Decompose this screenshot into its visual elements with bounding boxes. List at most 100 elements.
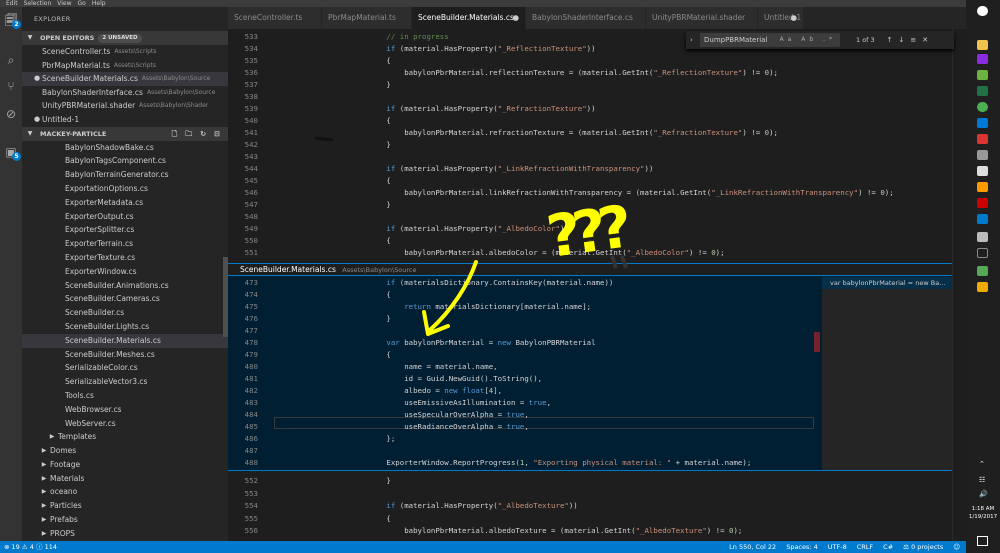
- reference-item[interactable]: var babylonPbrMaterial = new Ba...: [822, 277, 966, 289]
- projects-indicator[interactable]: ⚖ 0 projects: [903, 541, 943, 553]
- editor-tab[interactable]: PbrMapMaterial.ts: [322, 7, 412, 29]
- menu-item[interactable]: Go: [78, 0, 86, 7]
- file-tree-item[interactable]: SerializableVector3.cs: [22, 375, 228, 389]
- indentation[interactable]: Spaces: 4: [786, 541, 818, 553]
- new-file-icon[interactable]: 🗋: [172, 127, 178, 141]
- app-icon-green[interactable]: [977, 70, 988, 80]
- find-input[interactable]: DumpPBRMaterial Aa Ab .*: [700, 33, 840, 47]
- file-tree-item[interactable]: ExportationOptions.cs: [22, 182, 228, 196]
- peek-code[interactable]: 473 if (materialsDictionary.ContainsKey(…: [228, 277, 816, 470]
- smiley-icon[interactable]: ☺: [953, 541, 960, 553]
- find-options[interactable]: Aa Ab .*: [780, 33, 836, 47]
- file-tree-item[interactable]: WebServer.cs: [22, 417, 228, 431]
- app-icon-filezilla[interactable]: [977, 198, 988, 208]
- project-header[interactable]: ▼ MACKEY-PARTICLE 🗋 🗀 ↻ ⊟: [22, 126, 228, 141]
- line-ending[interactable]: CRLF: [857, 541, 873, 553]
- file-tree-item[interactable]: ExporterSplitter.cs: [22, 223, 228, 237]
- debug-icon[interactable]: ⊘: [4, 107, 18, 121]
- previous-match-icon[interactable]: ↑: [887, 36, 899, 44]
- next-match-icon[interactable]: ↓: [899, 36, 911, 44]
- app-icon-gray[interactable]: [977, 150, 988, 160]
- chrome-icon[interactable]: [977, 102, 988, 112]
- network-icon[interactable]: ☷: [979, 476, 985, 484]
- editor-tab[interactable]: SceneBuilder.Materials.cs ●: [412, 7, 526, 29]
- editor-tab[interactable]: Untitled-1 ●: [758, 7, 804, 29]
- open-editor-item[interactable]: SceneController.ts Assets\Scripts: [22, 45, 228, 59]
- file-tree-item[interactable]: SceneBuilder.Cameras.cs: [22, 292, 228, 306]
- clock[interactable]: 1:18 AM 1/19/2017: [966, 505, 1000, 521]
- open-editor-item[interactable]: ● Untitled-1: [22, 113, 228, 127]
- collapse-icon[interactable]: ⊟: [214, 127, 220, 141]
- explorer-icon[interactable]: 🗐 2: [4, 13, 21, 29]
- folder-item[interactable]: ▶ PROPS: [22, 527, 228, 541]
- windows-start-icon[interactable]: [977, 6, 988, 16]
- problems-summary[interactable]: ⊗ 19 ⚠ 4 ⓘ 114: [0, 541, 57, 553]
- file-explorer-icon[interactable]: [977, 40, 988, 50]
- file-tree-item[interactable]: SceneBuilder.Materials.cs: [22, 333, 228, 348]
- file-tree-item[interactable]: Tools.cs: [22, 389, 228, 403]
- file-tree-item[interactable]: ExporterOutput.cs: [22, 210, 228, 224]
- tray-chevron-icon[interactable]: ⌃: [979, 460, 985, 468]
- close-icon[interactable]: ✕: [922, 36, 934, 44]
- app-icon-dark[interactable]: [977, 248, 988, 258]
- source-control-icon[interactable]: ⑂: [4, 79, 18, 93]
- app-icon-orange[interactable]: [977, 182, 988, 192]
- refresh-icon[interactable]: ↻: [200, 127, 206, 141]
- file-tree-item[interactable]: SceneBuilder.cs: [22, 306, 228, 320]
- file-tree-item[interactable]: SceneBuilder.Animations.cs: [22, 279, 228, 293]
- file-tree-item[interactable]: SceneBuilder.Meshes.cs: [22, 348, 228, 362]
- file-tree-item[interactable]: ExporterWindow.cs: [22, 265, 228, 279]
- excel-icon[interactable]: [977, 86, 988, 96]
- app-icon-red[interactable]: [977, 134, 988, 144]
- language-mode[interactable]: C#: [883, 541, 893, 553]
- file-tree-item[interactable]: BabylonShadowBake.cs: [22, 141, 228, 155]
- file-tree-item[interactable]: ExporterTexture.cs: [22, 251, 228, 265]
- volume-icon[interactable]: 🔊: [979, 490, 988, 498]
- unsaved-dot-icon[interactable]: ●: [512, 7, 519, 29]
- menu-item[interactable]: Edit: [6, 0, 18, 7]
- open-editor-item[interactable]: UnityPBRMaterial.shader Assets\Babylon\Sh…: [22, 99, 228, 113]
- app-icon-light[interactable]: [977, 166, 988, 176]
- extensions-icon[interactable]: ▣ 5: [4, 145, 21, 161]
- settings-icon[interactable]: [977, 232, 988, 242]
- folder-item[interactable]: ▶ Footage: [22, 458, 228, 472]
- app-icon-green2[interactable]: [977, 266, 988, 276]
- app-icon-ds[interactable]: [977, 54, 988, 64]
- editor-tab[interactable]: UnityPBRMaterial.shader: [646, 7, 758, 29]
- file-tree-item[interactable]: BabylonTerrainGenerator.cs: [22, 168, 228, 182]
- vscode-icon[interactable]: [977, 214, 988, 224]
- code-bottom[interactable]: 552 } 553 554 if (material.HasProperty("_A…: [228, 471, 966, 541]
- open-editors-header[interactable]: ▼ OPEN EDITORS 2 UNSAVED: [22, 31, 228, 45]
- open-editor-item[interactable]: BabylonShaderInterface.cs Assets\Babylon\…: [22, 86, 228, 100]
- cursor-position[interactable]: Ln 550, Col 22: [729, 541, 776, 553]
- encoding[interactable]: UTF-8: [828, 541, 847, 553]
- search-icon[interactable]: ⌕: [4, 53, 18, 67]
- menu-item[interactable]: Selection: [24, 0, 52, 7]
- expand-replace-icon[interactable]: ›: [690, 36, 693, 44]
- folder-item[interactable]: ▶ Materials: [22, 472, 228, 486]
- vlc-icon[interactable]: [977, 282, 988, 292]
- folder-item[interactable]: ▶ Templates: [22, 430, 228, 444]
- editor-tab[interactable]: SceneController.ts: [228, 7, 322, 29]
- folder-item[interactable]: ▶ Prefabs: [22, 513, 228, 527]
- menu-item[interactable]: Help: [92, 0, 106, 7]
- new-folder-icon[interactable]: 🗀: [185, 127, 192, 141]
- notifications-icon[interactable]: [977, 536, 988, 546]
- folder-item[interactable]: ▶ Domes: [22, 444, 228, 458]
- file-tree-item[interactable]: SceneBuilder.Lights.cs: [22, 320, 228, 334]
- menu-item[interactable]: View: [57, 0, 71, 7]
- code-top[interactable]: 533 // in progress 534 if (material.HasPr…: [228, 29, 966, 263]
- open-editor-item[interactable]: PbrMapMaterial.ts Assets\Scripts: [22, 59, 228, 73]
- file-tree-item[interactable]: ExporterMetadata.cs: [22, 196, 228, 210]
- open-editor-item[interactable]: ● SceneBuilder.Materials.cs Assets\Babylon…: [22, 72, 228, 86]
- find-in-selection-icon[interactable]: ≡: [910, 36, 922, 44]
- file-tree-item[interactable]: BabylonTagsComponent.cs: [22, 154, 228, 168]
- unsaved-dot-icon[interactable]: ●: [790, 7, 797, 29]
- editor-scrollbar[interactable]: [952, 29, 966, 541]
- app-icon-blue[interactable]: [977, 118, 988, 128]
- file-tree-item[interactable]: WebBrowser.cs: [22, 403, 228, 417]
- editor-tab[interactable]: BabylonShaderInterface.cs: [526, 7, 646, 29]
- file-tree-item[interactable]: SerializableColor.cs: [22, 361, 228, 375]
- file-tree-item[interactable]: ExporterTerrain.cs: [22, 237, 228, 251]
- folder-item[interactable]: ▶ Particles: [22, 499, 228, 513]
